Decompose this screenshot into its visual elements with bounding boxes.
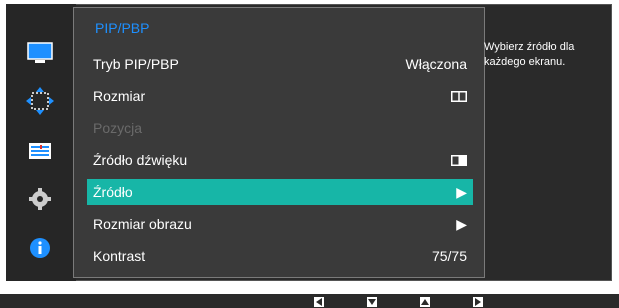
menu-item-kontrast[interactable]: Kontrast 75/75 — [87, 243, 473, 269]
down-button-icon[interactable] — [367, 297, 377, 307]
right-button-icon[interactable] — [473, 297, 483, 307]
menu-item-label: Pozycja — [93, 120, 143, 136]
pip-menu-panel — [73, 7, 485, 278]
settings-list-icon[interactable] — [25, 136, 55, 166]
menu-item-rozmiar[interactable]: Rozmiar — [87, 83, 473, 109]
help-text: Wybierz źródło dla każdego ekranu. — [484, 41, 575, 68]
menu-item-value: 75/75 — [431, 248, 467, 264]
gear-icon[interactable] — [25, 184, 55, 214]
menu-title: PIP/PBP — [95, 20, 150, 36]
up-button-icon[interactable] — [420, 297, 430, 307]
right-arrow-icon: ▶ — [456, 215, 467, 232]
monitor-icon[interactable] — [25, 38, 55, 68]
sidebar — [6, 4, 76, 281]
split-screen-icon — [451, 90, 467, 102]
menu-item-zrodlo-dzwieku[interactable]: Źródło dźwięku — [87, 147, 473, 173]
menu-item-label: Źródło dźwięku — [93, 152, 188, 168]
menu-item-zrodlo[interactable]: Źródło ▶ — [87, 179, 473, 205]
bottom-button-bar — [0, 294, 619, 308]
menu-item-label: Rozmiar obrazu — [93, 216, 192, 232]
right-arrow-icon: ▶ — [456, 183, 467, 200]
menu-item-label: Źródło — [93, 184, 133, 200]
move-arrows-icon[interactable] — [25, 86, 55, 116]
left-button-icon[interactable] — [314, 297, 324, 307]
menu-item-label: Kontrast — [93, 248, 146, 264]
menu-item-rozmiar-obrazu[interactable]: Rozmiar obrazu ▶ — [87, 211, 473, 237]
menu-item-value: Włączona — [405, 56, 467, 72]
audio-source-icon — [451, 154, 467, 166]
menu-item-label: Tryb PIP/PBP — [93, 56, 179, 72]
menu-item-tryb-pip[interactable]: Tryb PIP/PBP Włączona — [87, 51, 473, 77]
info-icon[interactable] — [25, 233, 55, 263]
menu-item-label: Rozmiar — [93, 88, 146, 104]
menu-item-pozycja: Pozycja — [87, 115, 473, 141]
